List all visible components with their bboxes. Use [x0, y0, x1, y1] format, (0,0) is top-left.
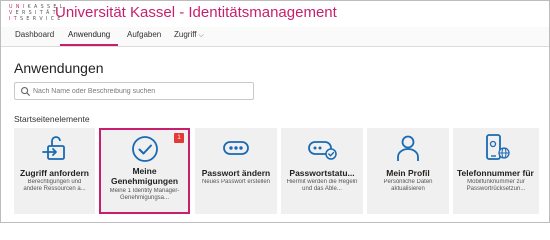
search-input[interactable] [33, 85, 248, 98]
search-box[interactable] [14, 82, 254, 100]
tile-description: Mobilfunknummer zur Passwortrücksetzun..… [466, 179, 526, 192]
page-title: Anwendungen [14, 60, 104, 76]
tile-description: Neues Passwort erstellen [201, 179, 271, 185]
active-tab-indicator [60, 44, 118, 46]
person-profile-icon [397, 135, 419, 161]
tile-title: Zugriff anfordern [20, 168, 89, 178]
tile-title-line2: Genehmigungen [110, 176, 179, 186]
tile-description: Meine 1 Identity Manager-Genehmigungsa..… [109, 188, 180, 201]
tile-description: Persönliche Daten aktualisieren [383, 179, 433, 192]
tile-passwort-aendern[interactable]: Passwort ändern Neues Passwort erstellen [195, 128, 277, 214]
logo-line-3: I T S E R V I C E [9, 16, 62, 22]
tile-mein-profil[interactable]: Mein Profil Persönliche Daten aktualisie… [367, 128, 449, 214]
nav-tab-aufgaben[interactable]: Aufgaben [127, 30, 161, 39]
password-dots-icon [223, 141, 249, 155]
tile-zugriff-anfordern[interactable]: Zugriff anfordern Berechtigungen und and… [14, 128, 95, 214]
password-status-icon [308, 141, 337, 160]
nav-tab-dashboard[interactable]: Dashboard [15, 30, 54, 39]
tile-passwortstatus[interactable]: Passwortstatu... Hiermit werden die Rege… [281, 128, 363, 214]
chevron-down-icon: ⌵ [198, 32, 204, 39]
tile-title-line1: Meine [132, 166, 157, 176]
university-logo[interactable]: U N I K A S S E L V E R S I T Ä T I T S … [9, 5, 62, 24]
tile-description: Hiermit werden die Regeln und das Able..… [286, 179, 358, 192]
phone-globe-icon [486, 134, 510, 160]
app-title: Universität Kassel - Identitätsmanagemen… [55, 4, 337, 21]
main-nav: Dashboard Anwendung Aufgaben Zugriff ⌵ [1, 27, 549, 47]
nav-tab-anwendung[interactable]: Anwendung [68, 30, 110, 39]
access-request-icon [41, 136, 65, 160]
app-header: U N I K A S S E L V E R S I T Ä T I T S … [1, 1, 549, 27]
tile-description: Berechtigungen und andere Ressourcen a..… [23, 179, 86, 192]
tile-telefonnummer[interactable]: Telefonnummer für „P... Mobilfunknummer … [453, 128, 539, 214]
search-icon [21, 87, 31, 97]
tile-title: Mein Profil [386, 168, 430, 178]
notification-badge: 1 [174, 133, 184, 143]
tile-title: Passwort ändern [201, 168, 271, 178]
tile-title: Telefonnummer für „P... [457, 168, 535, 178]
tile-title: Passwortstatu... [289, 168, 355, 178]
nav-tab-zugriff[interactable]: Zugriff ⌵ [174, 30, 204, 40]
checkmark-circle-icon [131, 136, 158, 162]
nav-tab-zugriff-label: Zugriff [174, 30, 197, 39]
section-label: Startseitenelemente [14, 114, 90, 124]
tile-meine-genehmigungen[interactable]: 1 Meine Genehmigungen Meine 1 Identity M… [99, 128, 190, 214]
